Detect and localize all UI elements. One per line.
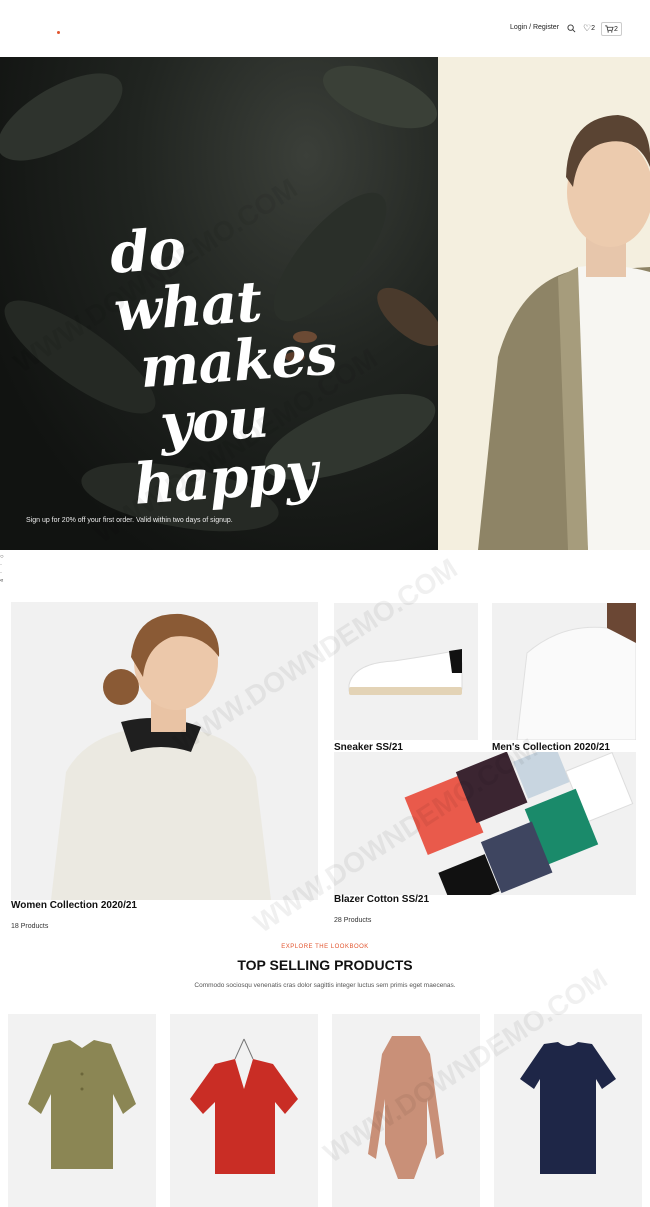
section-subtitle: Commodo sociosqu venenatis cras dolor sa…: [194, 982, 456, 989]
hero-subtext: Sign up for 20% off your first order. Va…: [26, 517, 233, 524]
hero-headline: do what makes you happy: [107, 210, 348, 518]
sneaker-image: [348, 649, 463, 695]
collection-count: 28 Products: [334, 917, 372, 924]
search-button[interactable]: [567, 21, 576, 35]
woman-in-jacket-image: [51, 613, 271, 900]
navy-tshirt-image: [520, 1042, 616, 1174]
cart-icon: [605, 25, 614, 33]
logo[interactable]: [57, 31, 60, 34]
product-card[interactable]: [494, 1014, 642, 1207]
folded-shirts-image: [404, 752, 634, 895]
site-header: Login / Register ♡ 2 2: [0, 0, 650, 57]
product-card[interactable]: [8, 1014, 156, 1207]
pink-bodysuit-image: [368, 1036, 444, 1179]
hero-banner[interactable]: do what makes you happy: [0, 57, 438, 550]
wishlist-count: 2: [591, 24, 595, 32]
login-register-link[interactable]: Login / Register: [510, 24, 559, 31]
slider-pagination[interactable]: ○ · · «: [0, 553, 4, 585]
section-title: TOP SELLING PRODUCTS: [237, 957, 413, 973]
hero-model-image[interactable]: [438, 57, 650, 550]
collection-count: 18 Products: [11, 923, 49, 930]
product-card[interactable]: [170, 1014, 318, 1207]
cart-button[interactable]: 2: [601, 22, 622, 36]
hero-headline-line: do what: [107, 215, 264, 345]
women-collection-card[interactable]: [11, 602, 318, 900]
wishlist-button[interactable]: ♡ 2: [583, 21, 595, 35]
section-eyebrow: EXPLORE THE LOOKBOOK: [281, 944, 369, 950]
mens-collection-card[interactable]: [492, 603, 636, 740]
collection-title[interactable]: Women Collection 2020/21: [11, 900, 137, 911]
blazer-collection-card[interactable]: [334, 752, 636, 895]
heart-icon: ♡: [583, 22, 592, 33]
sneaker-collection-card[interactable]: [334, 603, 478, 740]
olive-shirt-image: [28, 1040, 136, 1169]
cart-count: 2: [614, 25, 618, 33]
search-icon: [567, 23, 576, 32]
product-card[interactable]: [332, 1014, 480, 1207]
man-in-cardigan-image: [478, 115, 650, 550]
man-white-sweater-image: [516, 603, 636, 740]
collection-title[interactable]: Blazer Cotton SS/21: [334, 894, 429, 905]
red-blouse-image: [190, 1038, 298, 1174]
hero-headline-line: happy: [132, 439, 320, 518]
